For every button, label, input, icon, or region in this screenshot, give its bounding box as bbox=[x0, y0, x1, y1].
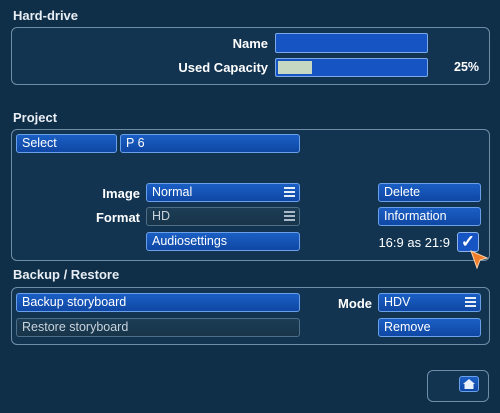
pointer-cursor-icon bbox=[470, 250, 489, 270]
used-capacity-bar bbox=[275, 58, 428, 77]
project-section-title: Project bbox=[13, 110, 58, 125]
mode-label: Mode bbox=[338, 296, 372, 311]
format-select-value: HD bbox=[152, 209, 171, 223]
home-button[interactable] bbox=[459, 376, 479, 392]
backup-storyboard-button[interactable]: Backup storyboard bbox=[16, 293, 300, 312]
used-capacity-fill bbox=[278, 61, 312, 74]
project-name-field[interactable]: P 6 bbox=[120, 134, 300, 153]
select-project-button[interactable]: Select bbox=[16, 134, 117, 153]
menu-lines-icon bbox=[465, 297, 476, 308]
aspect-label: 16:9 as 21:9 bbox=[378, 235, 450, 250]
image-label: Image bbox=[102, 186, 140, 201]
format-label: Format bbox=[95, 210, 140, 225]
menu-lines-icon bbox=[284, 187, 295, 198]
name-field[interactable] bbox=[275, 33, 428, 53]
home-icon bbox=[463, 379, 475, 389]
used-capacity-label: Used Capacity bbox=[178, 60, 268, 75]
backup-section-title: Backup / Restore bbox=[13, 267, 120, 282]
home-button-panel bbox=[427, 370, 489, 402]
mode-select[interactable]: HDV bbox=[378, 293, 481, 312]
format-select[interactable]: HD bbox=[146, 207, 300, 226]
used-capacity-percent: 25% bbox=[454, 60, 480, 74]
delete-button[interactable]: Delete bbox=[378, 183, 481, 202]
remove-button[interactable]: Remove bbox=[378, 318, 481, 337]
image-select-value: Normal bbox=[152, 185, 193, 199]
name-label: Name bbox=[232, 36, 268, 51]
restore-storyboard-button[interactable]: Restore storyboard bbox=[16, 318, 300, 337]
mode-select-value: HDV bbox=[384, 295, 411, 309]
menu-lines-icon bbox=[284, 211, 295, 222]
audiosettings-button[interactable]: Audiosettings bbox=[146, 232, 300, 251]
harddrive-section-title: Hard-drive bbox=[13, 8, 79, 23]
information-button[interactable]: Information bbox=[378, 207, 481, 226]
image-select[interactable]: Normal bbox=[146, 183, 300, 202]
